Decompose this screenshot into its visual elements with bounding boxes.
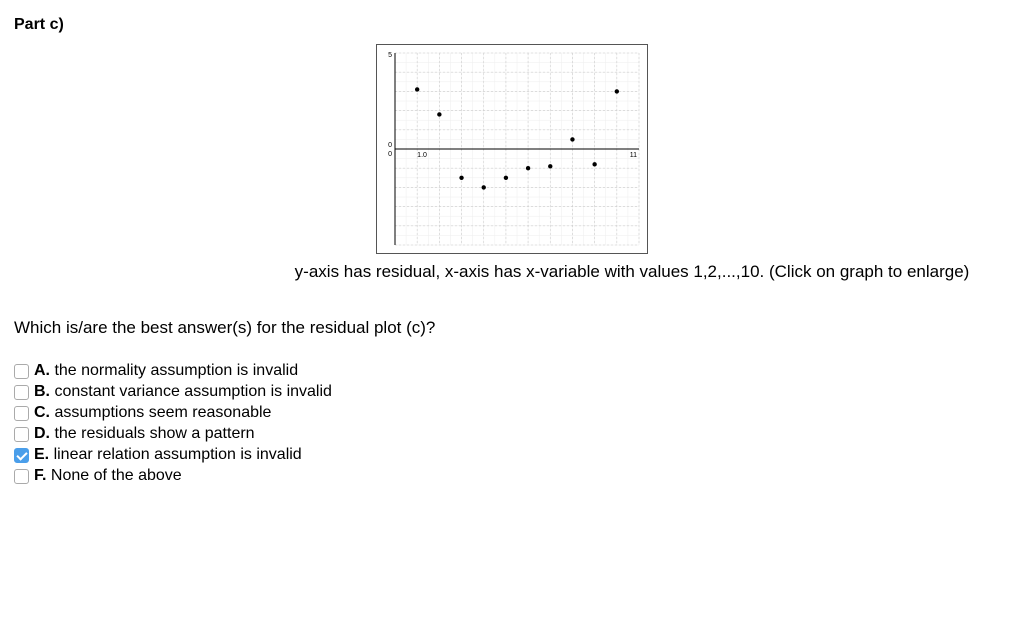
option-row: A. the normality assumption is invalid: [14, 362, 1010, 380]
svg-text:0: 0: [388, 142, 392, 149]
svg-text:5: 5: [388, 52, 392, 59]
option-label: B. constant variance assumption is inval…: [34, 383, 332, 401]
option-text: constant variance assumption is invalid: [50, 383, 332, 400]
option-letter: D.: [34, 425, 50, 442]
chart-caption: y-axis has residual, x-axis has x-variab…: [254, 262, 1010, 282]
option-checkbox-a[interactable]: [14, 364, 29, 379]
option-letter: B.: [34, 383, 50, 400]
option-text: None of the above: [46, 467, 181, 484]
part-title: Part c): [14, 16, 1010, 34]
option-letter: C.: [34, 404, 50, 421]
option-label: E. linear relation assumption is invalid: [34, 446, 302, 464]
option-checkbox-d[interactable]: [14, 427, 29, 442]
plot-svg: 5 0 0 1.0 11: [377, 45, 649, 255]
residual-plot[interactable]: 5 0 0 1.0 11: [376, 44, 648, 254]
option-row: D. the residuals show a pattern: [14, 425, 1010, 443]
option-row: E. linear relation assumption is invalid: [14, 446, 1010, 464]
svg-text:11: 11: [630, 152, 637, 159]
option-label: A. the normality assumption is invalid: [34, 362, 298, 380]
option-row: F. None of the above: [14, 467, 1010, 485]
option-label: C. assumptions seem reasonable: [34, 404, 271, 422]
option-label: F. None of the above: [34, 467, 182, 485]
option-text: linear relation assumption is invalid: [49, 446, 302, 463]
chart-wrapper: 5 0 0 1.0 11: [14, 44, 1010, 254]
option-label: D. the residuals show a pattern: [34, 425, 255, 443]
option-text: assumptions seem reasonable: [50, 404, 271, 421]
option-letter: E.: [34, 446, 49, 463]
option-checkbox-e[interactable]: [14, 448, 29, 463]
svg-text:1.0: 1.0: [417, 152, 427, 159]
question-text: Which is/are the best answer(s) for the …: [14, 318, 1010, 338]
option-text: the normality assumption is invalid: [50, 362, 298, 379]
option-letter: A.: [34, 362, 50, 379]
option-row: C. assumptions seem reasonable: [14, 404, 1010, 422]
option-row: B. constant variance assumption is inval…: [14, 383, 1010, 401]
svg-text:0: 0: [388, 151, 392, 158]
options-list: A. the normality assumption is invalidB.…: [14, 362, 1010, 485]
option-checkbox-c[interactable]: [14, 406, 29, 421]
option-text: the residuals show a pattern: [50, 425, 255, 442]
option-checkbox-f[interactable]: [14, 469, 29, 484]
option-checkbox-b[interactable]: [14, 385, 29, 400]
option-letter: F.: [34, 467, 46, 484]
